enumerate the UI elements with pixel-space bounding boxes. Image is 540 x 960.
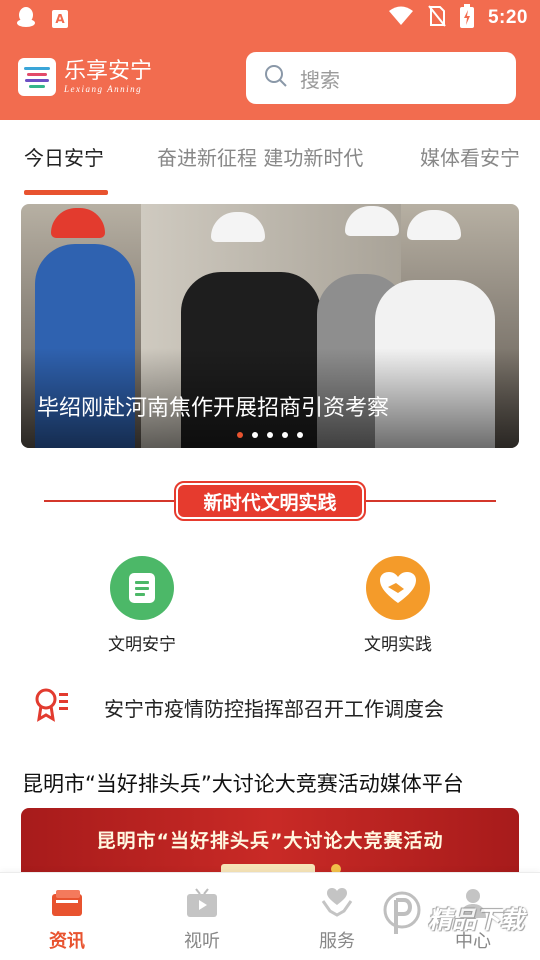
- carousel-dot[interactable]: [297, 432, 303, 438]
- handshake-heart-icon: [366, 556, 430, 620]
- watermark-text: 精品下载: [428, 905, 524, 934]
- promo-text: 昆明市“当好排头兵”大讨论大竞赛活动: [96, 830, 444, 852]
- channel-tabs: 今日安宁 奋进新征程 建功新时代 媒体看安宁: [0, 120, 540, 196]
- watermark: 精品下载: [382, 884, 538, 950]
- carousel-dot[interactable]: [237, 432, 243, 438]
- section-header: 新时代文明实践: [44, 480, 496, 522]
- nav-label: 服务: [319, 931, 355, 952]
- watermark-logo-icon: [382, 890, 422, 944]
- tab-today-anning[interactable]: 今日安宁: [24, 142, 104, 171]
- nav-label: 资讯: [49, 931, 85, 952]
- status-bar: A 5:20: [0, 0, 540, 36]
- notice-text: 安宁市疫情防控指挥部召开工作调度会: [104, 696, 444, 721]
- banner-photo-helmet: [407, 210, 461, 240]
- app-name: 乐享安宁: [64, 59, 153, 84]
- logo-mark-icon: [18, 58, 56, 96]
- nav-news[interactable]: 资讯: [22, 885, 112, 953]
- heart-hands-icon: [292, 885, 382, 921]
- nav-service[interactable]: 服务: [292, 885, 382, 953]
- nav-media[interactable]: 视听: [157, 885, 247, 953]
- no-sim-icon: [428, 5, 446, 31]
- search-placeholder: 搜索: [300, 67, 340, 92]
- feature-civilized-anning[interactable]: 文明安宁: [72, 556, 212, 655]
- app-a-icon: A: [52, 10, 68, 28]
- feature-label: 文明实践: [364, 635, 432, 655]
- wifi-icon: [388, 6, 414, 30]
- app-header: 乐享安宁 Lexiang Anning 搜索: [0, 36, 540, 120]
- app-logo: 乐享安宁 Lexiang Anning: [18, 58, 152, 96]
- carousel-dot[interactable]: [267, 432, 273, 438]
- document-icon: [110, 556, 174, 620]
- tab-media-anning[interactable]: 媒体看安宁: [420, 142, 520, 171]
- qq-penguin-icon: [16, 6, 36, 32]
- active-tab-indicator: [24, 190, 108, 195]
- feature-label: 文明安宁: [108, 635, 176, 655]
- status-time: 5:20: [487, 7, 528, 28]
- banner-photo-helmet: [51, 208, 105, 238]
- ribbon-badge-icon: [34, 687, 70, 727]
- tv-play-icon: [157, 885, 247, 921]
- nav-label: 视听: [184, 931, 220, 952]
- search-icon: [264, 64, 288, 92]
- tab-new-journey[interactable]: 奋进新征程 建功新时代: [157, 142, 363, 171]
- battery-charging-icon: [459, 4, 474, 32]
- feature-civilized-practice[interactable]: 文明实践: [328, 556, 468, 655]
- notice-item[interactable]: 安宁市疫情防控指挥部召开工作调度会: [34, 684, 514, 730]
- carousel-dot[interactable]: [252, 432, 258, 438]
- news-icon: [22, 885, 112, 921]
- carousel-dot[interactable]: [282, 432, 288, 438]
- section-title: 新时代文明实践: [174, 481, 366, 521]
- banner-carousel[interactable]: 毕绍刚赴河南焦作开展招商引资考察: [21, 204, 519, 448]
- search-input[interactable]: 搜索: [246, 52, 516, 104]
- headline-title[interactable]: 昆明市“当好排头兵”大讨论大竞赛活动媒体平台: [22, 768, 464, 798]
- promo-banner[interactable]: 昆明市“当好排头兵”大讨论大竞赛活动: [21, 808, 519, 878]
- app-name-en: Lexiang Anning: [64, 84, 143, 94]
- banner-caption: 毕绍刚赴河南焦作开展招商引资考察: [37, 396, 390, 421]
- carousel-dots: [237, 432, 303, 438]
